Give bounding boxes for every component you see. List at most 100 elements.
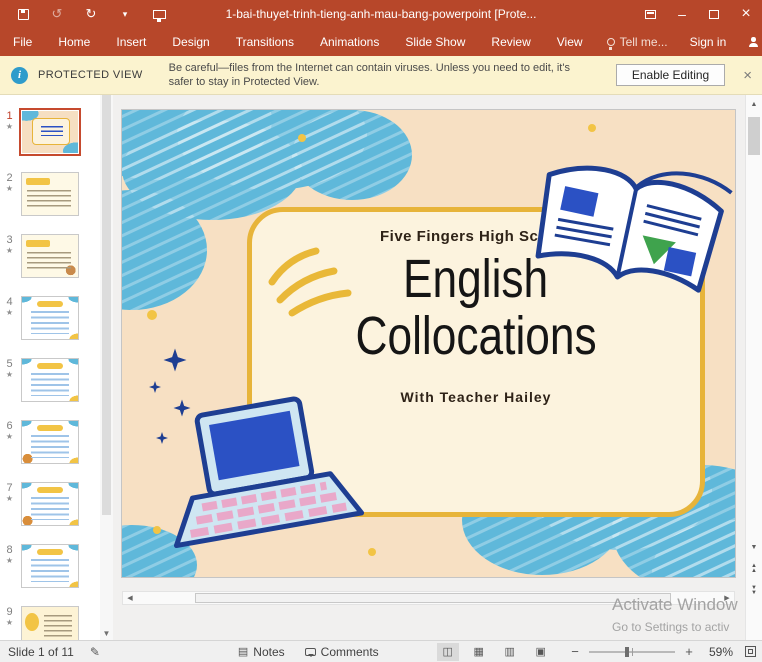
- fit-to-window-button[interactable]: [745, 646, 756, 657]
- banner-close-icon[interactable]: ×: [743, 67, 752, 84]
- zoom-in-button[interactable]: +: [683, 644, 695, 659]
- animation-star-icon: ★: [5, 122, 14, 131]
- redo-button[interactable]: ↻: [82, 5, 100, 23]
- slide-thumbnail-preview[interactable]: [21, 358, 79, 402]
- slide-thumbnail-preview[interactable]: [21, 482, 79, 526]
- slide-thumbnail-3[interactable]: 3 ★: [0, 233, 100, 291]
- save-icon: [17, 8, 29, 20]
- info-icon: i: [11, 66, 28, 84]
- start-slideshow-button[interactable]: [150, 5, 168, 23]
- zoom-out-button[interactable]: −: [569, 644, 581, 659]
- tab-file[interactable]: File: [0, 28, 45, 56]
- book-illustration: [535, 165, 733, 293]
- slide-number: 3: [6, 234, 13, 246]
- normal-view-button[interactable]: ◫: [436, 642, 459, 661]
- scroll-up-icon[interactable]: ▲: [746, 97, 762, 111]
- comments-label: Comments: [320, 644, 379, 659]
- slide-thumbnail-4[interactable]: 4 ★: [0, 295, 100, 353]
- slide-thumbnail-7[interactable]: 7 ★: [0, 481, 100, 539]
- slide-number: 2: [6, 172, 13, 184]
- slide-number: 4: [6, 296, 13, 308]
- zoom-level[interactable]: 59%: [703, 645, 733, 659]
- slide-thumbnail-1[interactable]: 1 ★: [0, 108, 100, 167]
- laptop-illustration: [173, 396, 365, 549]
- tab-view[interactable]: View: [544, 28, 596, 56]
- zoom-slider[interactable]: [589, 645, 675, 659]
- scroll-left-icon[interactable]: ◀: [123, 592, 137, 604]
- pen-icon[interactable]: ✎: [90, 645, 100, 659]
- slide-thumbnail-preview[interactable]: [21, 234, 79, 278]
- slideshow-monitor-icon: [152, 9, 166, 22]
- powerpoint-window: ↺ ↻ ▾ 1-bai-thuyet-trinh-tieng-anh-mau-b…: [0, 0, 762, 662]
- protected-view-message-line1: Be careful—files from the Internet can c…: [168, 62, 570, 74]
- slide-thumbnail-preview[interactable]: [21, 606, 79, 640]
- scroll-down-icon[interactable]: ▼: [100, 629, 113, 638]
- tell-me-box[interactable]: Tell me...: [596, 28, 679, 56]
- quick-access-toolbar: ↺ ↻ ▾: [14, 0, 168, 28]
- horizontal-scrollbar-thumb[interactable]: [195, 593, 671, 603]
- tab-home[interactable]: Home: [45, 28, 103, 56]
- slide-thumbnail-preview[interactable]: [21, 296, 79, 340]
- save-button[interactable]: [14, 5, 32, 23]
- qat-customize-button[interactable]: ▾: [116, 5, 134, 23]
- comments-button[interactable]: Comments: [304, 644, 379, 659]
- slide-thumbnail-preview[interactable]: [21, 420, 79, 464]
- tab-insert[interactable]: Insert: [103, 28, 159, 56]
- ribbon-tab-bar: File Home Insert Design Transitions Anim…: [0, 28, 762, 56]
- current-slide[interactable]: Five Fingers High School English Colloca…: [122, 110, 735, 577]
- slide-thumbnail-8[interactable]: 8 ★: [0, 543, 100, 601]
- share-button[interactable]: Share: [737, 28, 762, 56]
- slide-sorter-view-button[interactable]: ▦: [468, 643, 490, 661]
- slideshow-view-button[interactable]: ▣: [530, 643, 552, 661]
- enable-editing-button[interactable]: Enable Editing: [615, 64, 726, 86]
- ribbon-display-options-button[interactable]: [634, 0, 666, 28]
- undo-icon: ↺: [51, 6, 63, 21]
- comment-bubble-icon: [304, 647, 316, 657]
- slide-thumbnail-5[interactable]: 5 ★: [0, 357, 100, 415]
- restore-button[interactable]: [698, 0, 730, 28]
- minimize-button[interactable]: –: [666, 0, 698, 28]
- slide-thumbnail-2[interactable]: 2 ★: [0, 171, 100, 229]
- slide-counter: Slide 1 of 11: [8, 644, 74, 659]
- next-slide-button[interactable]: ▼ ▼: [746, 582, 762, 600]
- tab-design[interactable]: Design: [159, 28, 222, 56]
- yellow-swoosh-icon: [268, 247, 352, 317]
- slide-thumbnail-preview[interactable]: [21, 172, 79, 216]
- previous-slide-button[interactable]: ▲ ▲: [746, 560, 762, 578]
- thumbnail-scrollbar[interactable]: ▼: [100, 95, 113, 640]
- undo-button[interactable]: ↺: [48, 5, 66, 23]
- thumbnail-scrollbar-thumb[interactable]: [102, 95, 111, 515]
- protected-view-label: PROTECTED VIEW: [38, 69, 143, 81]
- notes-button[interactable]: ▤ Notes: [238, 645, 285, 659]
- sign-in-button[interactable]: Sign in: [679, 28, 738, 56]
- vertical-scrollbar[interactable]: ▲ ▼ ▲ ▲ ▼ ▼: [745, 95, 762, 640]
- tell-me-label: Tell me...: [619, 35, 668, 49]
- slide-thumbnail-preview[interactable]: [19, 108, 81, 156]
- notes-icon: ▤: [237, 646, 249, 658]
- zoom-controls: − + 59%: [569, 644, 756, 659]
- scroll-down-icon[interactable]: ▼: [746, 540, 762, 554]
- chevron-down-icon: ▼: [751, 590, 757, 596]
- vertical-scrollbar-thumb[interactable]: [748, 117, 760, 155]
- animation-star-icon: ★: [5, 184, 14, 193]
- status-bar: Slide 1 of 11 ✎ ▤ Notes Comments ◫ ▦ ▥ ▣…: [0, 640, 762, 662]
- animation-star-icon: ★: [5, 556, 14, 565]
- lightbulb-icon: [606, 38, 615, 50]
- watermark-line1: Activate Window: [612, 595, 738, 614]
- slide-thumbnail-9[interactable]: 9 ★: [0, 605, 100, 640]
- slide-thumbnail-panel: 1 ★ 2 ★ 3 ★ 4 ★ 5 ★ 6 ★ 7 ★ 8 ★ 9 ★ ▼: [0, 95, 113, 640]
- animation-star-icon: ★: [5, 308, 14, 317]
- titlebar: ↺ ↻ ▾ 1-bai-thuyet-trinh-tieng-anh-mau-b…: [0, 0, 762, 28]
- close-button[interactable]: ×: [730, 0, 762, 28]
- animation-star-icon: ★: [5, 246, 14, 255]
- tab-animations[interactable]: Animations: [307, 28, 392, 56]
- activate-windows-watermark: Activate Window Go to Settings to activ: [612, 595, 738, 634]
- tab-review[interactable]: Review: [478, 28, 543, 56]
- tab-slide-show[interactable]: Slide Show: [392, 28, 478, 56]
- slide-thumbnail-preview[interactable]: [21, 544, 79, 588]
- tab-transitions[interactable]: Transitions: [223, 28, 307, 56]
- slide-number: 1: [6, 110, 13, 122]
- zoom-slider-thumb[interactable]: [625, 646, 630, 657]
- slide-thumbnail-6[interactable]: 6 ★: [0, 419, 100, 477]
- reading-view-button[interactable]: ▥: [499, 643, 521, 661]
